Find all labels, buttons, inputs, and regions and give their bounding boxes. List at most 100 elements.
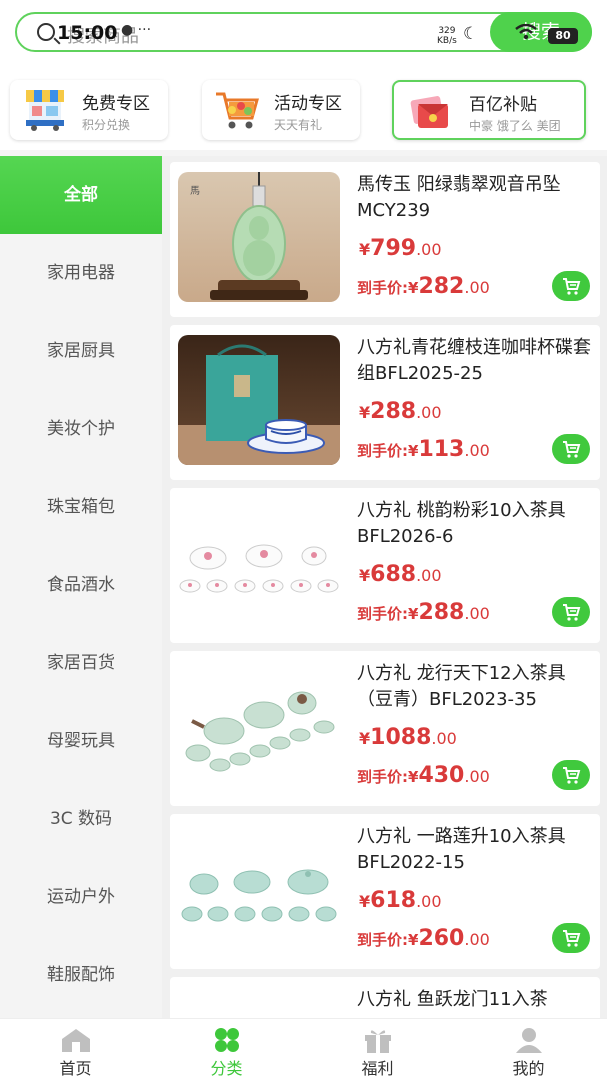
- currency-symbol: ¥: [408, 768, 419, 786]
- search-bar[interactable]: 搜索商品 15:00 ● ··· 329KB/s ☾ ✕ 搜索 80: [15, 12, 592, 52]
- nav-home[interactable]: 首页: [0, 1019, 151, 1080]
- product-name[interactable]: 八方礼 鱼跃龙门11入茶: [357, 987, 597, 1013]
- product-card[interactable]: 八方礼 龙行天下12入茶具（豆青）BFL2023-35 ¥1088.00 到手价…: [170, 651, 600, 806]
- price-decimal: .00: [416, 403, 442, 422]
- category-food-drinks[interactable]: 食品酒水: [0, 546, 162, 624]
- product-price: ¥618.00: [359, 888, 442, 913]
- notification-icons: ● ···: [121, 22, 152, 38]
- nav-label: 分类: [210, 1059, 243, 1078]
- product-name[interactable]: 八方礼青花缠枝连咖啡杯碟套组BFL2025-25: [357, 335, 597, 387]
- final-price-decimal: .00: [464, 930, 490, 949]
- category-jewelry-bags[interactable]: 珠宝箱包: [0, 468, 162, 546]
- promo-activity-zone[interactable]: 活动专区 天天有礼: [202, 80, 360, 140]
- search-icon: [37, 23, 55, 41]
- svg-text:馬: 馬: [190, 185, 200, 197]
- currency-symbol: ¥: [359, 892, 371, 911]
- shop-stall-icon: [26, 90, 64, 131]
- product-card[interactable]: 八方礼 鱼跃龙门11入茶: [170, 977, 600, 1018]
- promo-title: 活动专区: [274, 94, 342, 114]
- category-home-appliances[interactable]: 家用电器: [0, 234, 162, 312]
- nav-category[interactable]: 分类: [151, 1019, 302, 1080]
- cart-icon: [563, 604, 581, 621]
- promo-subsidy[interactable]: 百亿补贴 中豪 饿了么 美团: [392, 80, 586, 140]
- currency-symbol: ¥: [359, 729, 371, 748]
- final-price-integer: 288: [418, 600, 465, 625]
- add-to-cart-button[interactable]: [552, 597, 590, 627]
- promo-free-zone[interactable]: 免费专区 积分兑换: [10, 80, 168, 140]
- currency-symbol: ¥: [408, 931, 419, 949]
- nav-welfare[interactable]: 福利: [302, 1019, 453, 1080]
- final-price-decimal: .00: [464, 441, 490, 460]
- price-integer: 799: [370, 236, 417, 261]
- promo-subtitle: 天天有礼: [274, 118, 323, 132]
- price-decimal: .00: [416, 566, 442, 585]
- price-integer: 1088: [370, 725, 432, 750]
- status-time: 15:00: [57, 22, 118, 44]
- category-household[interactable]: 家居百货: [0, 624, 162, 702]
- currency-symbol: ¥: [359, 240, 371, 259]
- product-image-coffee-set: [178, 335, 340, 465]
- gift-icon: [365, 1030, 391, 1053]
- product-image-pink-tea-set: [178, 498, 340, 628]
- bottom-nav: 首页 分类 福利 我的: [0, 1018, 607, 1080]
- final-price-label: 到手价:: [357, 931, 408, 949]
- final-price-integer: 113: [418, 437, 465, 462]
- add-to-cart-button[interactable]: [552, 434, 590, 464]
- category-sports[interactable]: 运动户外: [0, 858, 162, 936]
- product-image-jade-pendant: 馬: [178, 172, 340, 302]
- category-sidebar: 全部 家用电器 家居厨具 美妆个护 珠宝箱包 食品酒水 家居百货 母婴玩具 3C…: [0, 156, 162, 1018]
- price-decimal: .00: [431, 729, 457, 748]
- product-name[interactable]: 八方礼 桃韵粉彩10入茶具BFL2026-6: [357, 498, 597, 550]
- final-price-decimal: .00: [464, 767, 490, 786]
- final-price-label: 到手价:: [357, 605, 408, 623]
- final-price-integer: 430: [418, 763, 465, 788]
- currency-symbol: ¥: [359, 566, 371, 585]
- promo-subtitle: 中豪 饿了么 美团: [469, 119, 561, 133]
- home-icon: [62, 1029, 90, 1052]
- battery-icon: 80: [548, 28, 578, 44]
- nav-label: 福利: [361, 1059, 394, 1078]
- category-apparel[interactable]: 鞋服配饰: [0, 936, 162, 1014]
- add-to-cart-button[interactable]: [552, 760, 590, 790]
- red-envelope-icon: [410, 96, 448, 128]
- final-price-label: 到手价:: [357, 442, 408, 460]
- product-card[interactable]: 八方礼青花缠枝连咖啡杯碟套组BFL2025-25 ¥288.00 到手价:¥11…: [170, 325, 600, 480]
- product-price: ¥688.00: [359, 562, 442, 587]
- final-price-label: 到手价:: [357, 279, 408, 297]
- product-card[interactable]: 馬 馬传玉 阳绿翡翠观音吊坠MCY239 ¥799.00 到手价:¥282.00: [170, 162, 600, 317]
- category-kitchenware[interactable]: 家居厨具: [0, 312, 162, 390]
- network-speed: 329 KB/s: [437, 26, 457, 46]
- cart-icon: [563, 278, 581, 295]
- promo-title: 免费专区: [82, 94, 150, 114]
- category-3c-digital[interactable]: 3C 数码: [0, 780, 162, 858]
- product-card[interactable]: 八方礼 一路莲升10入茶具BFL2022-15 ¥618.00 到手价:¥260…: [170, 814, 600, 969]
- promo-title: 百亿补贴: [469, 95, 537, 115]
- top-area: 搜索商品 15:00 ● ··· 329KB/s ☾ ✕ 搜索 80 免费专区 …: [0, 0, 607, 150]
- cart-icon: [563, 767, 581, 784]
- product-name[interactable]: 八方礼 龙行天下12入茶具（豆青）BFL2023-35: [357, 661, 597, 713]
- user-icon: [516, 1028, 542, 1053]
- final-price: 到手价:¥260.00: [357, 926, 490, 951]
- network-speed-value: 329: [438, 26, 456, 36]
- add-to-cart-button[interactable]: [552, 271, 590, 301]
- category-baby-toys[interactable]: 母婴玩具: [0, 702, 162, 780]
- shopping-cart-icon: [216, 92, 259, 129]
- cart-icon: [563, 930, 581, 947]
- nav-mine[interactable]: 我的: [453, 1019, 604, 1080]
- product-image-celadon-tea-set: [178, 661, 340, 791]
- final-price: 到手价:¥288.00: [357, 600, 490, 625]
- final-price-integer: 260: [418, 926, 465, 951]
- product-name[interactable]: 馬传玉 阳绿翡翠观音吊坠MCY239: [357, 172, 597, 224]
- category-beauty[interactable]: 美妆个护: [0, 390, 162, 468]
- product-name[interactable]: 八方礼 一路莲升10入茶具BFL2022-15: [357, 824, 597, 876]
- category-all[interactable]: 全部: [0, 156, 162, 234]
- final-price-decimal: .00: [464, 604, 490, 623]
- nav-label: 我的: [512, 1059, 545, 1078]
- product-card[interactable]: 八方礼 桃韵粉彩10入茶具BFL2026-6 ¥688.00 到手价:¥288.…: [170, 488, 600, 643]
- product-price: ¥288.00: [359, 399, 442, 424]
- product-price: ¥799.00: [359, 236, 442, 261]
- currency-symbol: ¥: [408, 442, 419, 460]
- final-price-decimal: .00: [464, 278, 490, 297]
- add-to-cart-button[interactable]: [552, 923, 590, 953]
- price-integer: 688: [370, 562, 417, 587]
